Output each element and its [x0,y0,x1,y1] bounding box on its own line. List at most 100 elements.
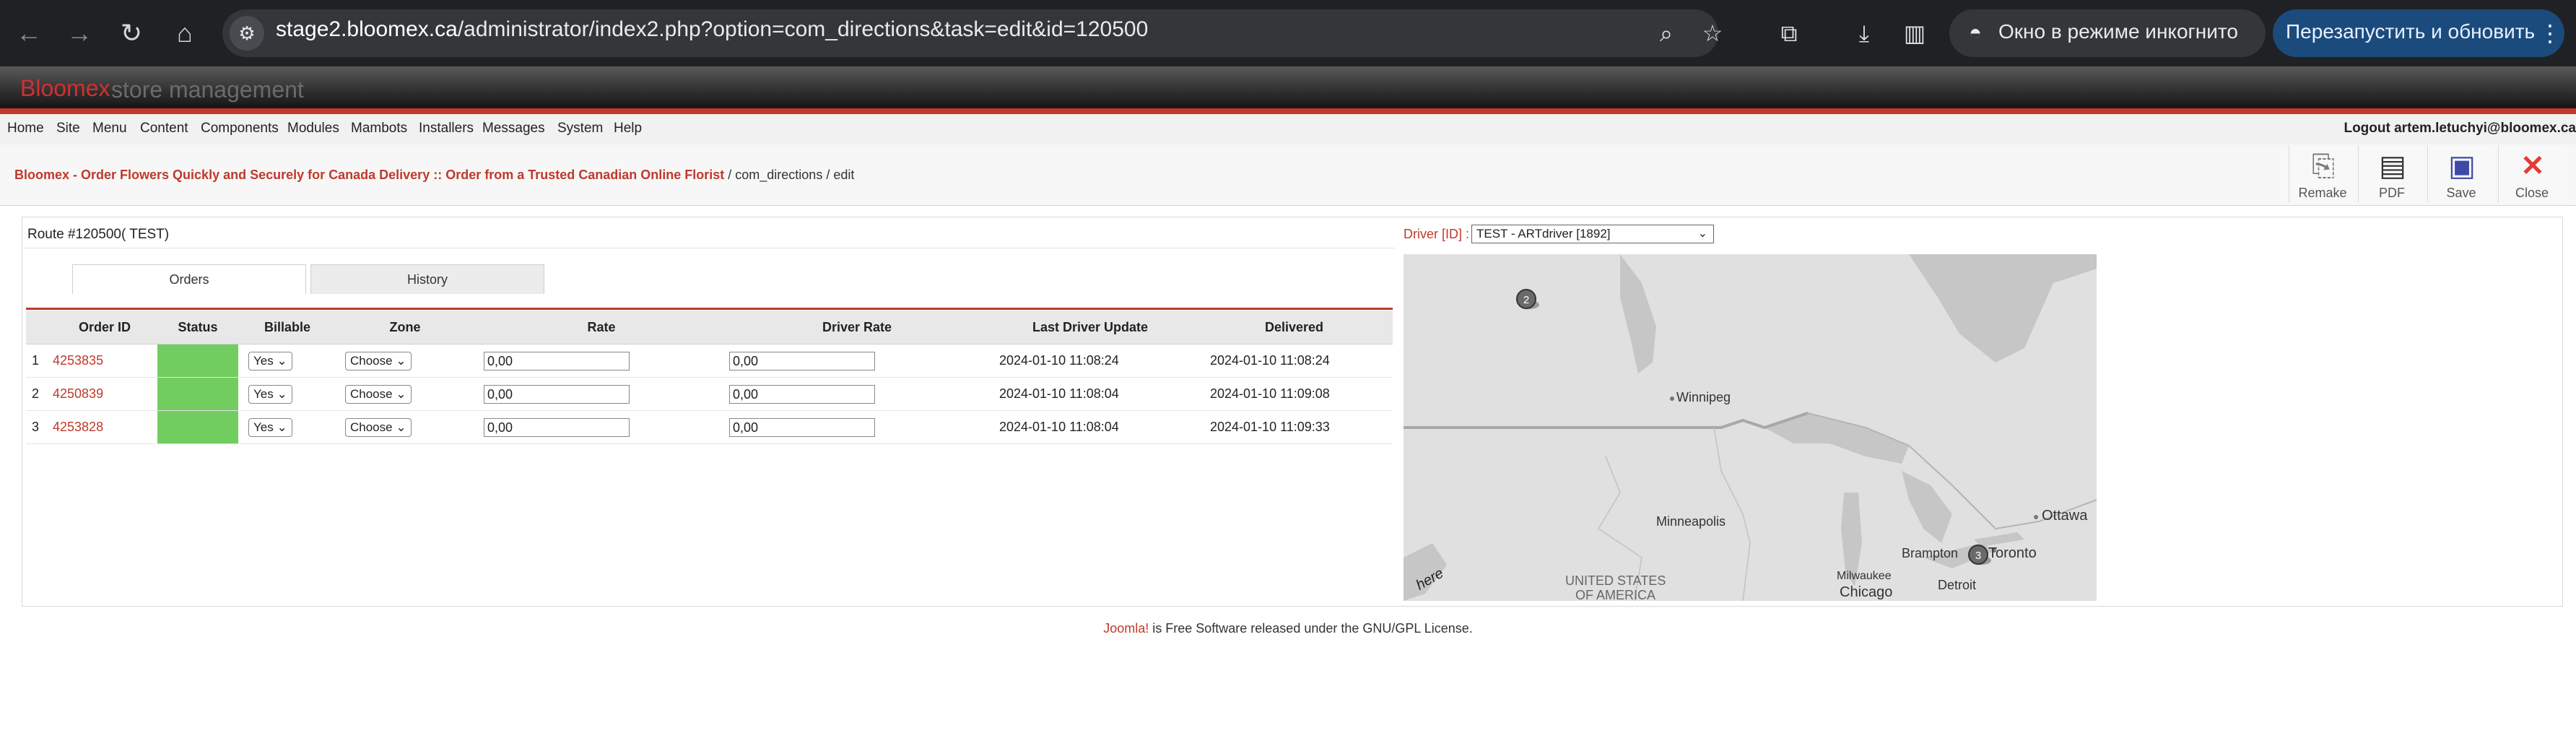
rate-cell: 0,00 [474,410,729,444]
chevron-down-icon: ⌄ [396,353,406,368]
billable-cell: Yes ⌄ [238,410,336,444]
col-zone: Zone [336,311,474,344]
downloads-icon[interactable]: ⤓ [1848,17,1880,49]
chevron-down-icon: ⌄ [277,420,287,434]
driver-rate-cell: 0,00 [729,377,985,411]
driver-rate-input[interactable]: 0,00 [729,351,875,370]
rate-input[interactable]: 0,00 [484,351,630,370]
billable-cell: Yes ⌄ [238,377,336,411]
col-order-id: Order ID [52,311,157,344]
close-label: Close [2515,186,2549,200]
map-label-toronto: Toronto [1988,545,2037,561]
driver-select[interactable]: TEST - ARTdriver [1892] ⌄ [1471,225,1714,243]
row-number: 1 [26,344,52,378]
billable-value: Yes [253,420,274,434]
rate-input[interactable]: 0,00 [484,384,630,404]
marker-number: 2 [1523,294,1529,306]
side-panel-icon[interactable]: ▥ [1899,17,1931,49]
driver-rate-input[interactable]: 0,00 [729,417,875,437]
zoom-icon[interactable]: ⌕ [1650,17,1682,49]
home-icon[interactable]: ⌂ [167,16,202,51]
menu-site[interactable]: Site [56,121,80,136]
menu-help[interactable]: Help [614,121,642,136]
last-update-cell: 2024-01-10 11:08:04 [985,377,1196,411]
zone-select[interactable]: Choose ⌄ [345,384,412,404]
url-text[interactable]: stage2.bloomex.ca/administrator/index2.p… [276,17,1148,42]
logout-link[interactable]: Logout artem.letuchyi@bloomex.ca [2344,121,2576,136]
map-label-ottawa: Ottawa [2042,508,2088,524]
table-row: 1 4253835 Yes ⌄ Choose ⌄ 0,00 0,00 2024-… [26,344,1393,378]
status-indicator [157,410,238,444]
col-last-driver-update: Last Driver Update [985,311,1196,344]
billable-value: Yes [253,353,274,368]
map-label-brampton: Brampton [1902,546,1958,560]
delivered-cell: 2024-01-10 11:09:08 [1196,377,1393,411]
order-id-cell: 4253828 [52,410,157,444]
remake-icon: ⎘ [2312,150,2335,182]
breadcrumb-path: / com_directions / edit [724,168,855,182]
pdf-icon: ▤ [2379,150,2406,182]
admin-header [0,66,2576,111]
billable-select[interactable]: Yes ⌄ [248,384,292,404]
incognito-label: Окно в режиме инкогнито [1998,20,2238,43]
order-id-link[interactable]: 4253828 [53,420,103,434]
status-indicator [157,344,238,378]
back-icon[interactable]: ← [12,16,46,51]
menu-content[interactable]: Content [140,121,188,136]
menu-messages[interactable]: Messages [482,121,545,136]
billable-select[interactable]: Yes ⌄ [248,351,292,370]
route-map[interactable]: Winnipeg Ottawa Minneapolis UNITED STATE… [1404,254,2097,601]
zone-select[interactable]: Choose ⌄ [345,351,412,370]
menu-installers[interactable]: Installers [419,121,474,136]
menu-menu[interactable]: Menu [92,121,127,136]
billable-select[interactable]: Yes ⌄ [248,417,292,437]
save-button[interactable]: ▣ Save [2427,145,2494,203]
order-id-link[interactable]: 4250839 [53,386,103,401]
more-menu-icon[interactable]: ⋮ [2538,17,2562,49]
map-label-minneapolis: Minneapolis [1656,514,1726,529]
menu-components[interactable]: Components [201,121,279,136]
orders-table: Order ID Status Billable Zone Rate Drive… [26,311,1393,444]
menu-modules[interactable]: Modules [287,121,339,136]
table-row: 2 4250839 Yes ⌄ Choose ⌄ 0,00 0,00 2024-… [26,377,1393,411]
pdf-button[interactable]: ▤ PDF [2358,145,2425,203]
zone-select[interactable]: Choose ⌄ [345,417,412,437]
map-canvas: Winnipeg Ottawa Minneapolis UNITED STATE… [1404,254,2097,601]
url-host: stage2.bloomex.ca [276,17,458,41]
map-label-detroit: Detroit [1938,578,1976,592]
tab-history[interactable]: History [310,264,544,294]
joomla-link[interactable]: Joomla! [1103,621,1149,636]
menu-system[interactable]: System [557,121,603,136]
order-id-cell: 4250839 [52,377,157,411]
map-city-dot [1670,396,1674,401]
driver-rate-cell: 0,00 [729,344,985,378]
map-label-milwaukee: Milwaukee [1837,570,1892,582]
order-id-link[interactable]: 4253835 [53,353,103,368]
driver-rate-input[interactable]: 0,00 [729,384,875,404]
extensions-icon[interactable]: ⧉ [1773,17,1805,49]
chevron-down-icon: ⌄ [277,353,287,368]
remake-button[interactable]: ⎘ Remake [2289,145,2356,203]
bookmark-star-icon[interactable]: ☆ [1697,17,1728,49]
driver-select-value: TEST - ARTdriver [1892] [1476,227,1611,240]
status-indicator [157,377,238,411]
breadcrumb-site-link[interactable]: Bloomex - Order Flowers Quickly and Secu… [14,168,724,182]
zone-cell: Choose ⌄ [336,410,474,444]
brand-suffix: store management [111,77,304,103]
menu-mambots[interactable]: Mambots [351,121,407,136]
close-button[interactable]: ✕ Close [2498,145,2565,203]
forward-icon[interactable]: → [62,16,97,51]
chevron-down-icon: ⌄ [1697,228,1707,240]
row-number: 3 [26,410,52,444]
reload-icon[interactable]: ↻ [114,16,149,51]
zone-value: Choose [350,386,393,401]
breadcrumb: Bloomex - Order Flowers Quickly and Secu… [14,168,854,183]
tab-orders[interactable]: Orders [72,264,306,294]
site-info-icon[interactable]: ⚙ [230,16,264,51]
rate-input[interactable]: 0,00 [484,417,630,437]
col-driver-rate: Driver Rate [729,311,985,344]
menu-home[interactable]: Home [7,121,44,136]
last-update-cell: 2024-01-10 11:08:04 [985,410,1196,444]
map-label-usa: UNITED STATES [1565,573,1666,588]
zone-cell: Choose ⌄ [336,377,474,411]
